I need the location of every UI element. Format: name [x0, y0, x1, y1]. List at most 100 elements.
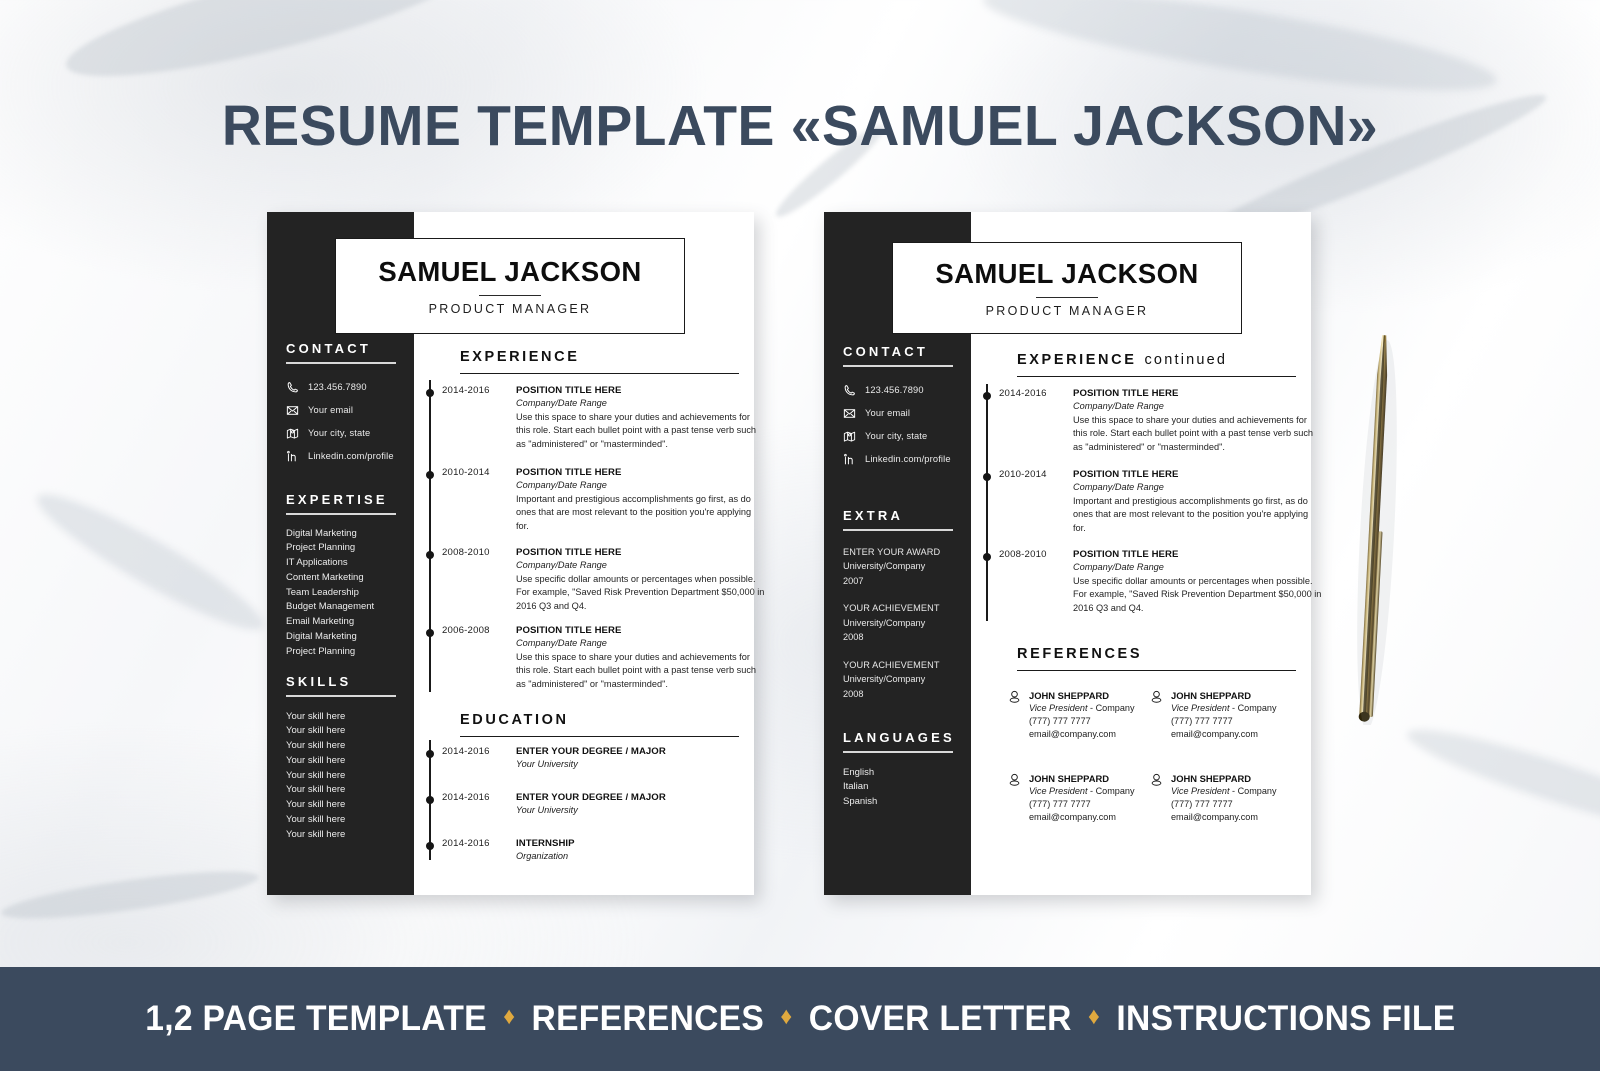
resume-page-1: CONTACT 123.456.7890 Your email Your cit…	[267, 212, 764, 895]
divider	[843, 365, 953, 367]
person-icon	[1009, 773, 1020, 786]
list-item: Your skill here	[286, 725, 346, 737]
entry-degree: ENTER YOUR DEGREE / MAJOR	[516, 792, 666, 803]
experience-timeline	[986, 384, 988, 621]
contact-email-text: Your email	[308, 405, 354, 415]
reference-email: email@company.com	[1029, 729, 1116, 739]
linkedin-icon	[844, 453, 853, 464]
contact-row-linkedin[interactable]: Linkedin.com/profile	[286, 450, 396, 463]
divider	[1017, 376, 1296, 378]
list-item: Your skill here	[286, 814, 346, 826]
contact-row-linkedin[interactable]: Linkedin.com/profile	[843, 453, 953, 466]
reference-title-company: - Company	[1229, 786, 1277, 796]
entry-years: 2014-2016	[999, 388, 1047, 399]
diamond-icon: ♦	[780, 1003, 793, 1030]
entry-years: 2014-2016	[442, 385, 490, 396]
page1-expertise-block: EXPERTISE Digital Marketing Project Plan…	[286, 492, 396, 660]
experience-heading-text: EXPERIENCE	[460, 349, 580, 365]
entry-company: Company/Date Range	[516, 398, 607, 408]
experience-heading: EXPERIENCE continued	[1017, 352, 1227, 368]
contact-heading: CONTACT	[286, 341, 371, 356]
extra-org: University/Company	[843, 617, 926, 628]
references-heading-text: REFERENCES	[1017, 646, 1143, 662]
entry-description: Use specific dollar amounts or percentag…	[1073, 576, 1322, 613]
list-item: Digital Marketing	[286, 631, 357, 643]
entry-description: Use this space to share your duties and …	[1073, 415, 1314, 452]
entry-position: POSITION TITLE HERE	[516, 467, 622, 478]
entry-description: Use specific dollar amounts or percentag…	[516, 574, 765, 611]
entry-description: Important and prestigious accomplishment…	[516, 494, 752, 531]
page2-contact-block: CONTACT 123.456.7890 Your email Your cit…	[843, 344, 953, 476]
list-item: Your skill here	[286, 754, 346, 766]
candidate-name: SAMUEL JACKSON	[935, 258, 1199, 289]
reference-title-company: - Company	[1087, 786, 1135, 796]
entry-years: 2008-2010	[999, 549, 1047, 560]
entry-company: Company/Date Range	[1073, 562, 1164, 572]
timeline-dot	[425, 796, 434, 804]
entry-company: Company/Date Range	[1073, 401, 1164, 411]
reference-name: JOHN SHEPPARD	[1029, 773, 1110, 784]
phone-icon	[844, 384, 855, 395]
reference-phone: (777) 777 7777	[1171, 716, 1233, 726]
contact-location-text: Your city, state	[865, 431, 928, 441]
entry-years: 2010-2014	[442, 467, 490, 478]
entry-position: POSITION TITLE HERE	[516, 547, 622, 558]
entry-description: Use this space to share your duties and …	[516, 652, 757, 689]
contact-location-text: Your city, state	[308, 428, 371, 438]
divider	[286, 513, 396, 515]
list-item: Project Planning	[286, 542, 356, 554]
timeline-dot	[425, 471, 434, 479]
reference-title-role: Vice President	[1171, 786, 1230, 796]
person-icon	[1009, 690, 1020, 703]
experience-heading-suffix: continued	[1144, 352, 1228, 368]
references-heading: REFERENCES	[1017, 646, 1142, 662]
contact-row-email[interactable]: Your email	[286, 404, 396, 417]
list-item: Your skill here	[286, 740, 346, 752]
timeline-dot	[982, 473, 991, 481]
map-icon	[286, 428, 299, 439]
divider	[286, 362, 396, 364]
timeline-dot	[425, 629, 434, 637]
banner-item-2: REFERENCES	[531, 999, 764, 1038]
list-item: Italian	[843, 781, 869, 792]
list-item: Spanish	[843, 795, 878, 807]
education-heading-text: EDUCATION	[460, 712, 569, 728]
extra-title: YOUR ACHIEVEMENT	[843, 659, 940, 670]
contact-row-location[interactable]: Your city, state	[286, 427, 396, 440]
entry-years: 2008-2010	[442, 547, 490, 558]
marble-vein	[1401, 714, 1600, 846]
contact-linkedin-text: Linkedin.com/profile	[865, 454, 951, 464]
entry-years: 2014-2016	[442, 792, 490, 803]
entry-company: Company/Date Range	[516, 560, 607, 570]
entry-years: 2014-2016	[442, 838, 490, 849]
contact-row-email[interactable]: Your email	[843, 407, 953, 420]
reference-title-role: Vice President	[1029, 703, 1088, 713]
entry-university: Your University	[516, 805, 578, 815]
entry-position: POSITION TITLE HERE	[1073, 549, 1179, 560]
entry-years: 2014-2016	[442, 746, 490, 757]
list-item: Your skill here	[286, 799, 346, 811]
name-box: SAMUEL JACKSON PRODUCT MANAGER	[335, 238, 685, 334]
reference-card: JOHN SHEPPARD Vice President - Company (…	[1149, 772, 1299, 824]
reference-title: Vice President - Company	[1171, 785, 1277, 798]
entry-position: POSITION TITLE HERE	[516, 385, 622, 396]
phone-icon	[287, 381, 298, 392]
marble-vein	[26, 477, 274, 647]
extra-year: 2007	[843, 575, 864, 586]
expertise-heading: EXPERTISE	[286, 492, 388, 507]
contact-row-location[interactable]: Your city, state	[843, 430, 953, 443]
contact-row-phone[interactable]: 123.456.7890	[843, 384, 953, 397]
map-icon	[843, 431, 856, 442]
extra-org: University/Company	[843, 561, 926, 571]
reference-email: email@company.com	[1171, 729, 1258, 739]
linkedin-icon	[287, 450, 296, 461]
reference-phone: (777) 777 7777	[1029, 799, 1091, 809]
list-item: Your skill here	[286, 710, 346, 722]
contact-row-phone[interactable]: 123.456.7890	[286, 381, 396, 394]
reference-phone: (777) 777 7777	[1171, 799, 1233, 809]
timeline-dot	[425, 842, 434, 850]
page1-skills-block: SKILLS Your skill here Your skill here Y…	[286, 674, 396, 843]
extra-year: 2008	[843, 688, 864, 699]
diamond-icon: ♦	[1087, 1003, 1100, 1030]
entry-university: Your University	[516, 759, 578, 769]
